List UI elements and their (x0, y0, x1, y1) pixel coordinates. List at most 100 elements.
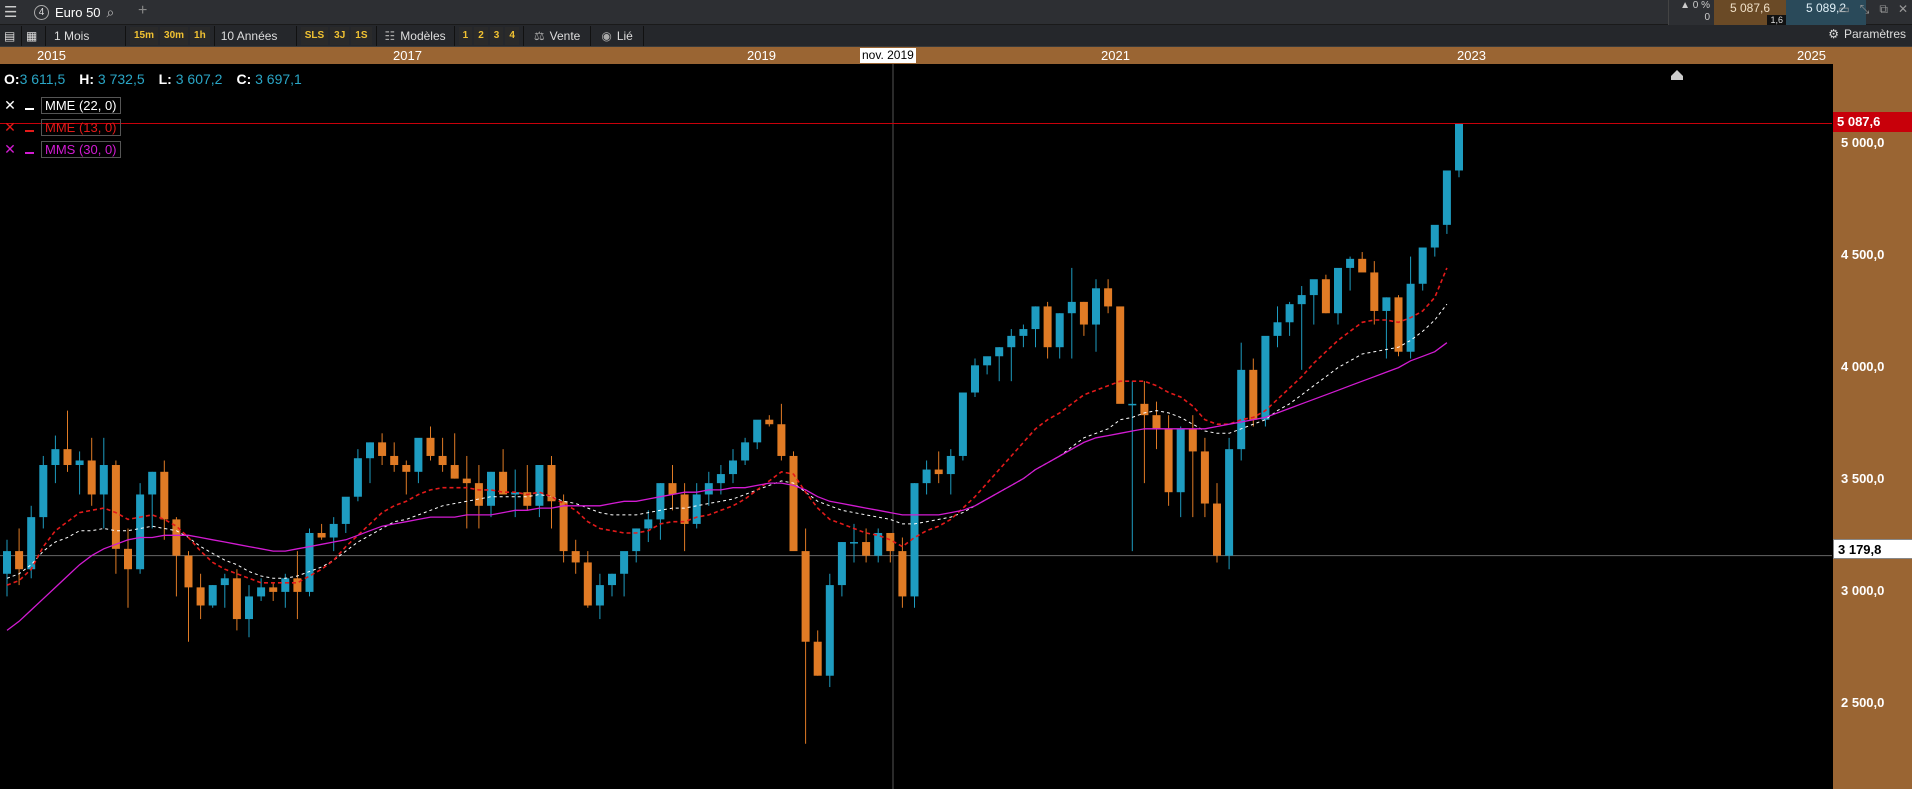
color-swatch[interactable] (21, 97, 37, 113)
range-1s[interactable]: 1S (351, 26, 372, 45)
candle-body (753, 419, 762, 443)
candle-body (474, 483, 483, 506)
candle-body (1273, 322, 1282, 336)
range-select[interactable]: 10 Années (215, 25, 297, 46)
linked-button[interactable]: ◉ Lié (591, 25, 644, 46)
candle-body (39, 465, 48, 518)
sell-button[interactable]: ⚖ Vente (524, 25, 592, 46)
price-axis[interactable]: 5 000,0 4 500,0 4 000,0 3 500,0 3 000,0 … (1832, 64, 1912, 789)
close-value: 3 697,1 (255, 71, 302, 87)
candle-body (487, 471, 495, 506)
candle (1321, 274, 1330, 314)
candle (1225, 437, 1234, 570)
close-icon[interactable]: ✕ (1898, 2, 1908, 17)
price-tick: 4 000,0 (1841, 359, 1885, 374)
candle (958, 392, 967, 461)
last-price-badge: 5 087,6 (1833, 112, 1912, 132)
color-swatch[interactable] (21, 141, 37, 157)
layout-2[interactable]: 2 (474, 26, 488, 45)
candle-body (946, 455, 955, 475)
interval-1h[interactable]: 1h (190, 26, 210, 45)
sell-price-button[interactable]: 5 087,6 1,6 (1714, 0, 1786, 25)
candle-body (1213, 503, 1221, 556)
unlink-icon[interactable]: ⤡ (1860, 2, 1870, 17)
indicator-name[interactable]: MME (13, 0) (41, 118, 121, 136)
candle-body (535, 465, 544, 506)
linked-label: Lié (616, 28, 633, 43)
candle-body (1358, 258, 1367, 273)
change-value: 0 (1704, 12, 1710, 23)
indicator-legend-item[interactable]: ✕ MME (22, 0) (2, 96, 121, 114)
period-select[interactable]: 1 Mois (46, 25, 126, 46)
candle-body (1249, 369, 1258, 420)
candle-body (1188, 428, 1197, 452)
candle-body (341, 496, 350, 524)
layout-buttons: 1 2 3 4 (455, 25, 524, 46)
indicator-legend-item[interactable]: ✕ MME (13, 0) (2, 118, 121, 136)
candle-body (1370, 272, 1379, 311)
price-tick: 4 500,0 (1841, 247, 1885, 262)
interval-15m[interactable]: 15m (130, 26, 159, 45)
indicator-name[interactable]: MMS (30, 0) (41, 140, 121, 158)
color-swatch[interactable] (21, 119, 37, 135)
instrument-name[interactable]: Euro 50 (55, 5, 101, 20)
candle-body (160, 471, 169, 520)
close-label: C: (236, 71, 252, 87)
quote-panel: ▲ 0 % 0 5 087,6 1,6 5 089,2 (1668, 0, 1866, 25)
candle-body (232, 578, 241, 620)
candle-body (148, 471, 157, 495)
candle-body (220, 578, 229, 586)
candle-body (1334, 267, 1342, 314)
layout-1[interactable]: 1 (458, 26, 473, 45)
templates-button[interactable]: ☷ Modèles (377, 25, 455, 46)
candle-body (111, 465, 120, 549)
search-icon[interactable]: ⌕ (107, 4, 115, 21)
crosshair-price-badge: 3 179,8 (1833, 539, 1912, 559)
popout-icon[interactable]: ⧉ (1879, 2, 1888, 17)
candle-body (124, 548, 132, 570)
candle-body (1067, 301, 1076, 314)
range-sls[interactable]: SLS (300, 26, 329, 45)
candle-body (450, 465, 459, 479)
candle-body (608, 573, 616, 586)
price-tick: 3 500,0 (1841, 471, 1885, 486)
candle-body (1079, 301, 1088, 325)
hamburger-menu-icon[interactable]: ☰ (4, 3, 20, 21)
candle-body (1285, 304, 1294, 323)
candle-body (741, 442, 750, 461)
interval-30m[interactable]: 30m (160, 26, 189, 45)
candle (1261, 335, 1270, 427)
date-axis[interactable]: 2015 2017 2019 2021 2023 2025 nov. 2019 (0, 47, 1912, 64)
layout-3[interactable]: 3 (489, 26, 504, 45)
candle-body (1116, 306, 1125, 404)
indicator-name[interactable]: MME (22, 0) (41, 96, 121, 114)
scale-icon: ⚖ (533, 28, 545, 43)
candle-body (426, 437, 435, 456)
sell-label: Vente (549, 28, 581, 43)
chart-menu-icon[interactable]: ▤ (0, 25, 22, 46)
remove-indicator-icon[interactable]: ✕ (2, 141, 18, 157)
low-label: L: (158, 71, 172, 87)
candle-body (1346, 258, 1355, 268)
candle (305, 528, 314, 597)
candle-body (136, 494, 145, 570)
candle-body (1261, 335, 1270, 420)
range-3j[interactable]: 3J (330, 26, 350, 45)
add-tab-icon[interactable]: + (138, 2, 147, 20)
minimize-icon[interactable]: ▭ (1838, 2, 1849, 17)
remove-indicator-icon[interactable]: ✕ (2, 119, 18, 135)
settings-button[interactable]: ⚙ Paramètres (1828, 27, 1906, 41)
layout-4[interactable]: 4 (505, 26, 519, 45)
candle-body (983, 356, 992, 366)
instrument-selector[interactable]: 4 Euro 50 ⌕ (34, 2, 114, 22)
candle-body (317, 532, 326, 538)
indicator-legend-item[interactable]: ✕ MMS (30, 0) (2, 140, 121, 158)
price-chart[interactable] (0, 64, 1832, 789)
candle-body (862, 542, 871, 556)
remove-indicator-icon[interactable]: ✕ (2, 97, 18, 113)
high-value: 3 732,5 (97, 71, 145, 87)
candle-body (765, 419, 774, 425)
layout-icon[interactable]: ▦ (22, 25, 46, 46)
candle-body (63, 449, 72, 466)
open-label: O: (4, 71, 20, 87)
